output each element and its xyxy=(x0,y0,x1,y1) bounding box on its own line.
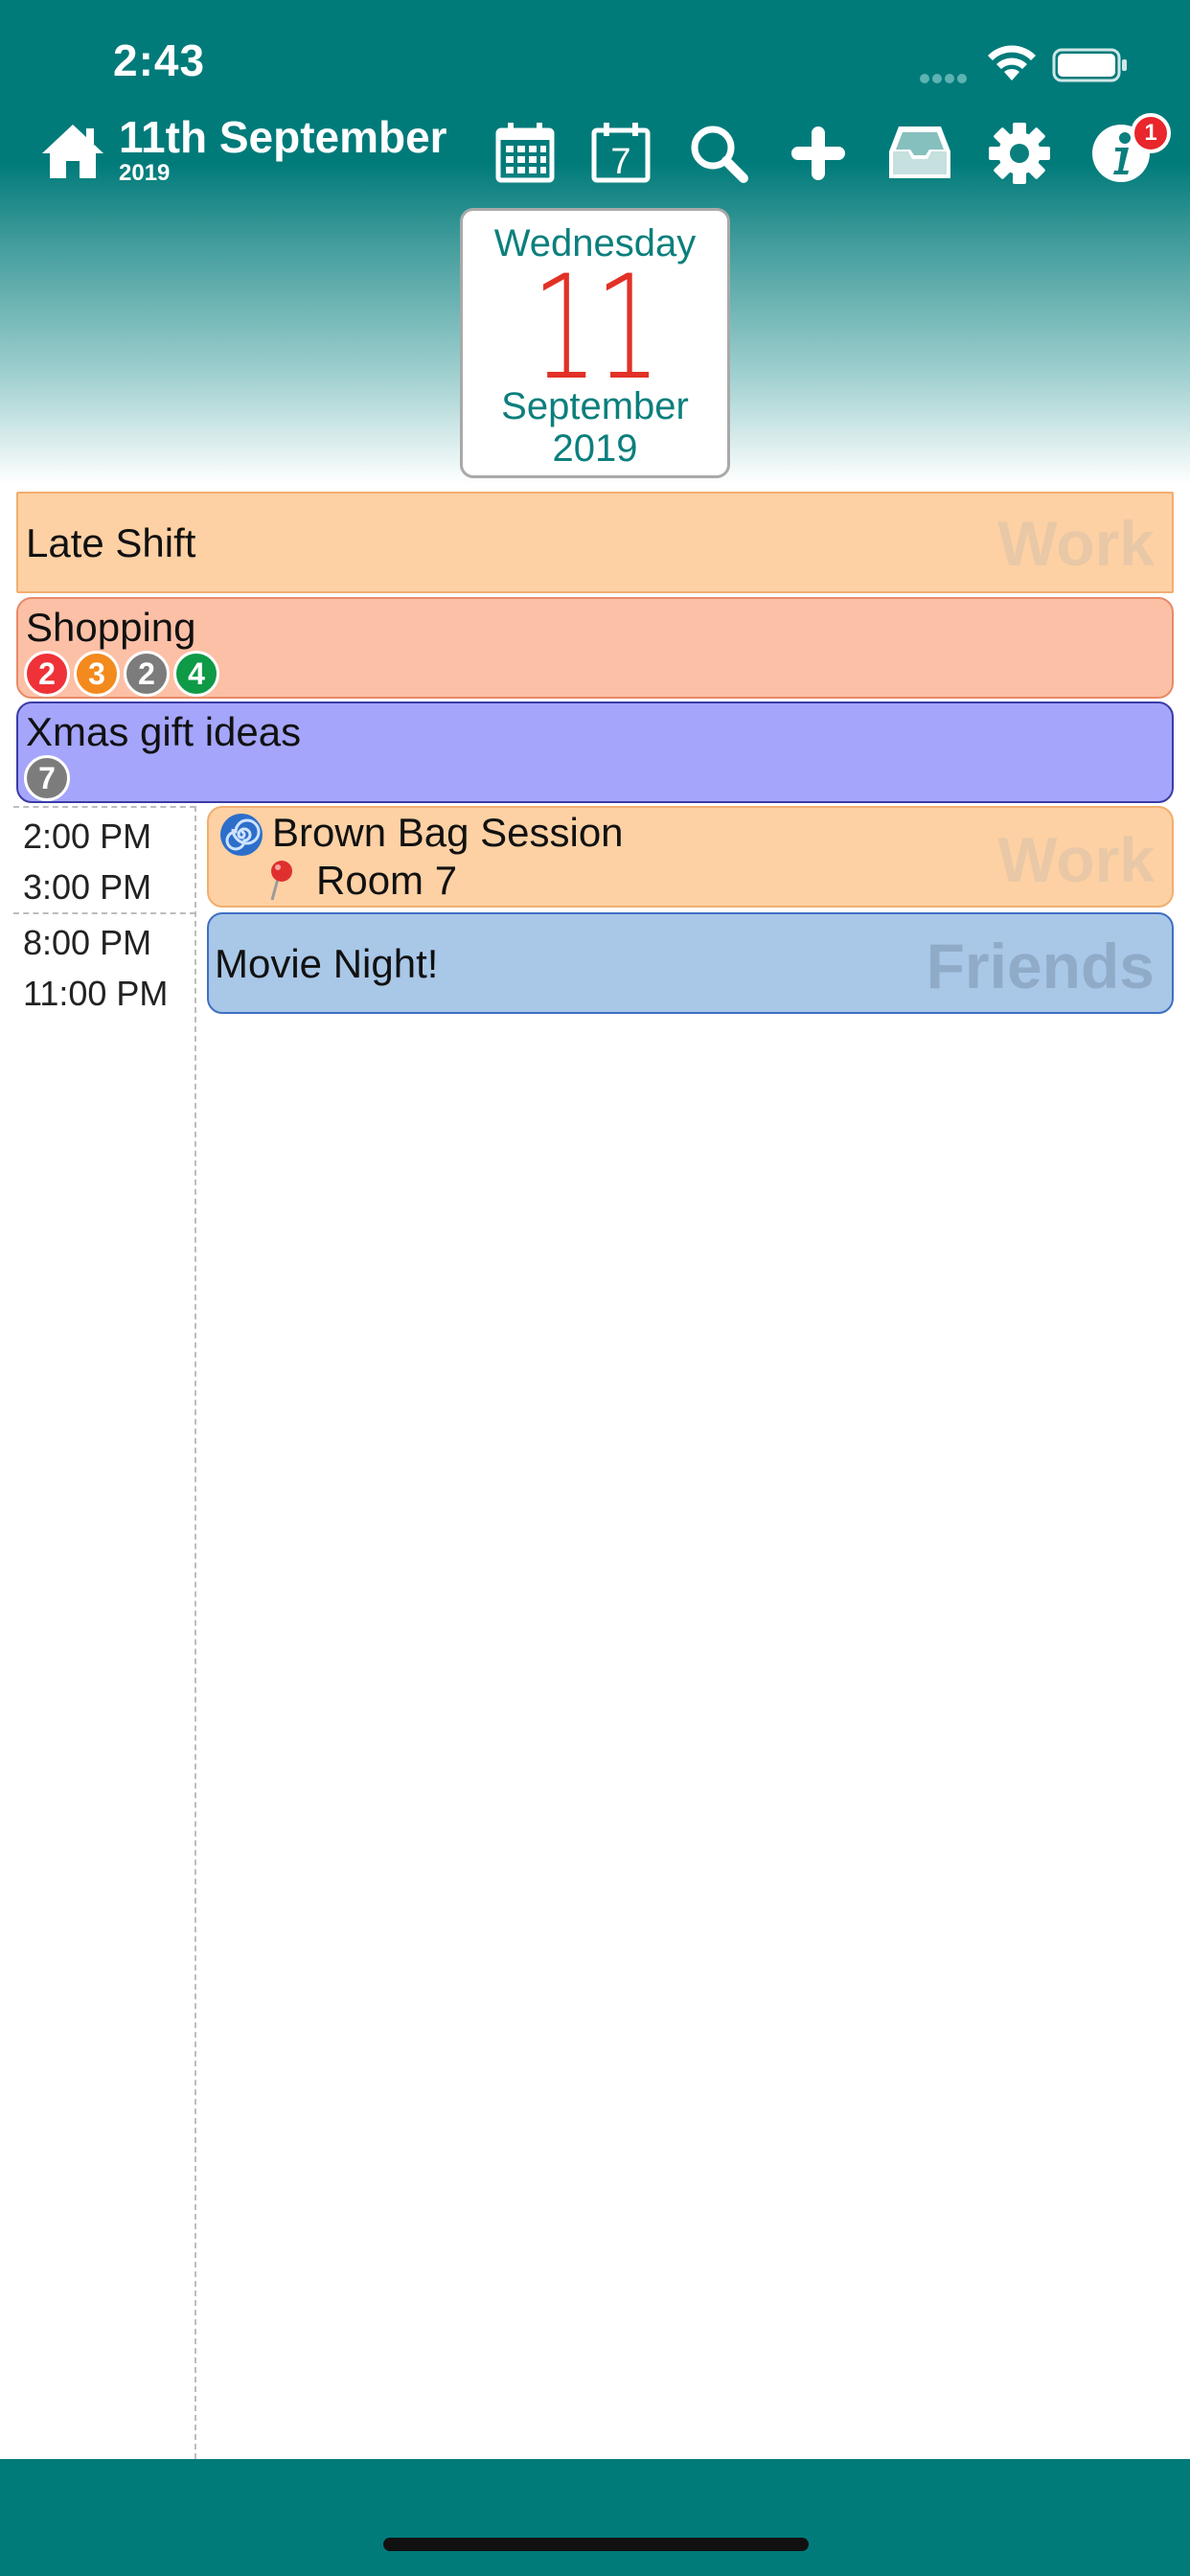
home-indicator[interactable] xyxy=(383,2538,809,2551)
recurring-swirl-icon xyxy=(220,814,263,856)
search-icon xyxy=(691,126,748,183)
search-button[interactable] xyxy=(684,119,753,188)
event-end-time: 11:00 PM xyxy=(23,974,169,1013)
event-calendar-tag: Friends xyxy=(926,931,1155,1001)
plus-icon xyxy=(791,126,845,180)
task-badges: 2 3 2 4 xyxy=(24,651,223,697)
calendar-month-icon xyxy=(495,123,555,183)
battery-icon xyxy=(1052,48,1127,82)
inbox-button[interactable] xyxy=(885,119,954,188)
nav-subtitle: 2019 xyxy=(119,160,171,186)
settings-button[interactable] xyxy=(985,119,1054,188)
time-separator xyxy=(13,912,195,914)
all-day-event-late-shift[interactable]: Late Shift Work xyxy=(16,492,1174,593)
home-icon[interactable] xyxy=(38,121,107,182)
task-count-badge: 2 xyxy=(24,651,70,697)
calendar-day-icon: 7 xyxy=(591,123,651,183)
date-card-month: September xyxy=(501,385,689,427)
date-card[interactable]: Wednesday 11 September 2019 xyxy=(460,208,730,478)
nav-date-title[interactable]: 11th September 2019 xyxy=(119,113,447,186)
wifi-icon xyxy=(988,45,1036,80)
event-calendar-tag: Work xyxy=(997,824,1155,895)
task-count-badge: 4 xyxy=(173,651,219,697)
event-brown-bag-session[interactable]: Brown Bag Session Room 7 Work xyxy=(207,806,1174,908)
date-card-year: 2019 xyxy=(552,427,638,470)
event-start-time: 2:00 PM xyxy=(23,816,152,856)
bottom-bar xyxy=(0,2459,1190,2576)
task-count-badge: 2 xyxy=(124,651,170,697)
location-pin-icon xyxy=(270,861,292,901)
info-badge: 1 xyxy=(1131,113,1171,153)
event-title: Late Shift xyxy=(26,520,196,565)
nav-title: 11th September xyxy=(119,112,447,162)
event-title: Shopping xyxy=(26,605,196,650)
gear-icon xyxy=(989,123,1050,184)
event-start-time: 8:00 PM xyxy=(23,923,152,962)
event-end-time: 3:00 PM xyxy=(23,867,152,907)
event-calendar-tag: Work xyxy=(997,508,1155,579)
status-time: 2:43 xyxy=(113,35,206,85)
task-count-badge: 3 xyxy=(74,651,120,697)
month-view-button[interactable] xyxy=(491,119,560,188)
event-title: Brown Bag Session xyxy=(272,810,624,855)
svg-text:7: 7 xyxy=(610,142,630,182)
task-count-badge: 7 xyxy=(24,755,70,801)
event-location: Room 7 xyxy=(316,858,458,903)
date-card-day: 11 xyxy=(532,245,661,412)
event-title: Movie Night! xyxy=(215,941,439,986)
timeline-divider xyxy=(195,806,196,2459)
event-movie-night[interactable]: Movie Night! Friends xyxy=(207,912,1174,1014)
inbox-icon xyxy=(889,126,950,178)
cellular-signal-icon xyxy=(920,71,973,83)
all-day-event-xmas-gift-ideas[interactable]: Xmas gift ideas 7 xyxy=(16,702,1174,803)
task-badges: 7 xyxy=(24,755,74,801)
add-event-button[interactable] xyxy=(784,119,853,188)
time-separator xyxy=(13,806,195,808)
all-day-event-shopping[interactable]: Shopping 2 3 2 4 xyxy=(16,597,1174,699)
event-title: Xmas gift ideas xyxy=(26,709,302,754)
day-view-button[interactable]: 7 xyxy=(586,119,655,188)
